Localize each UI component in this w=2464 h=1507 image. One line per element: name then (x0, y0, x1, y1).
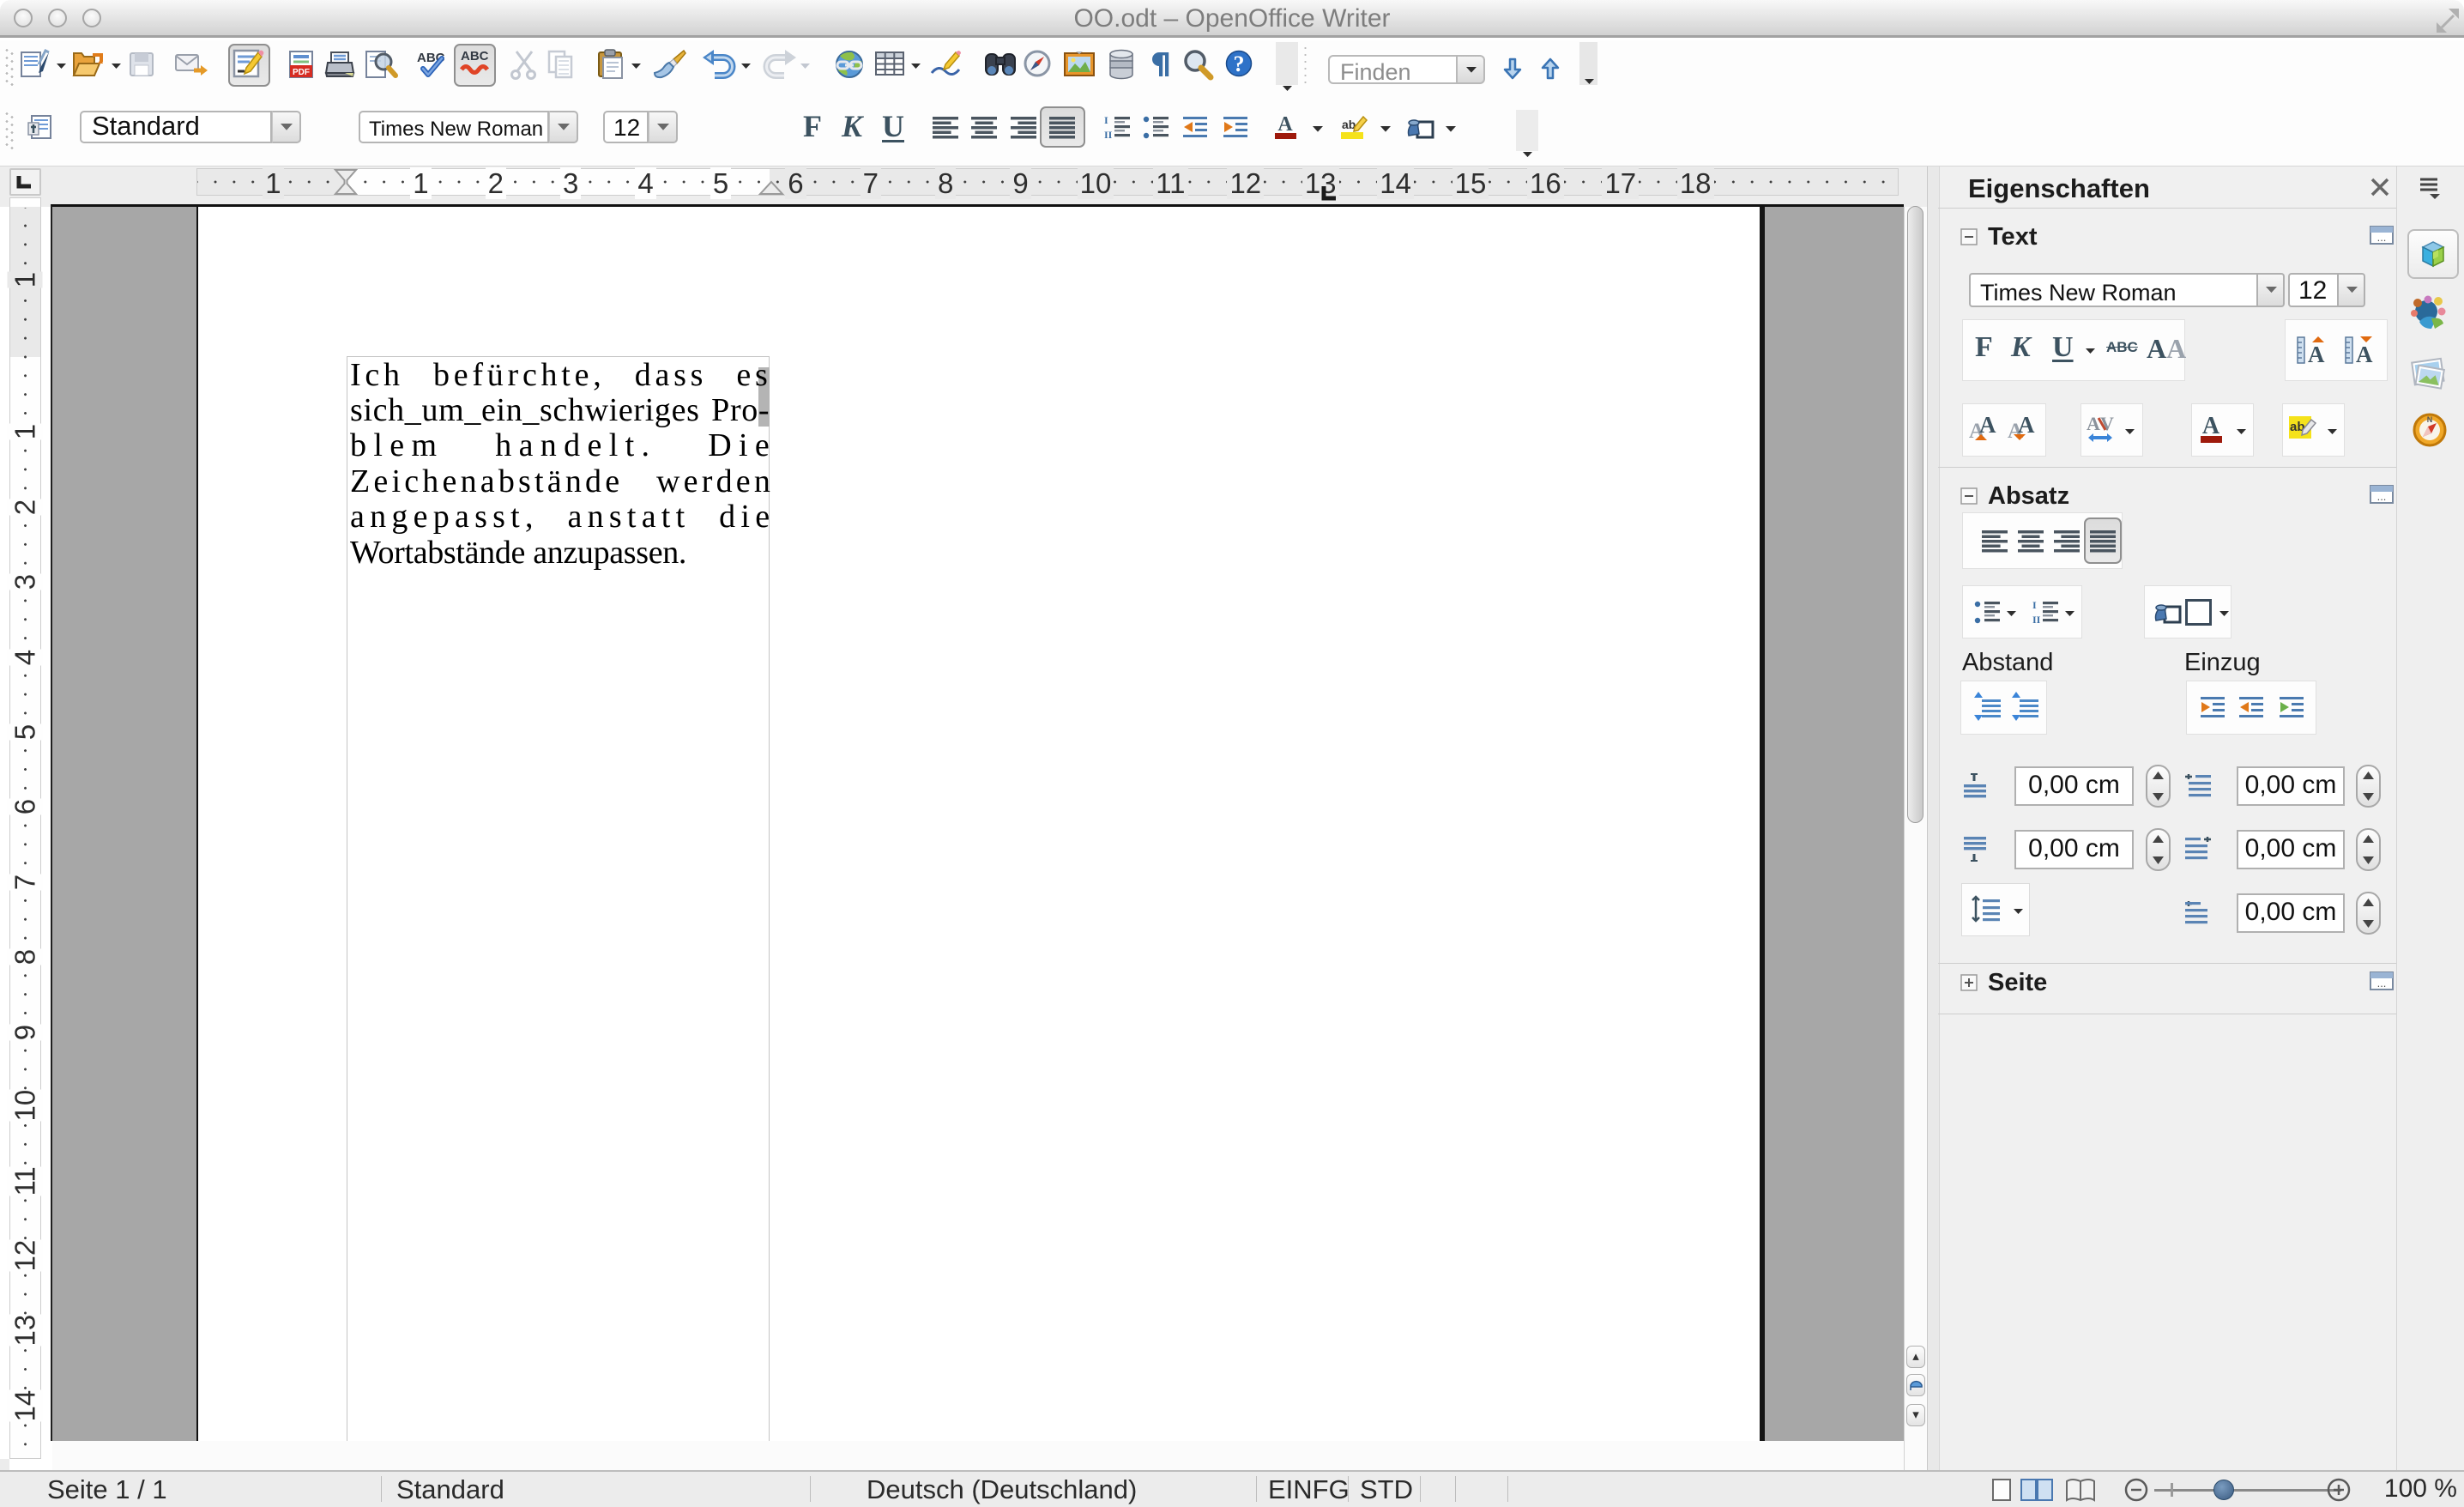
svg-text:I: I (1104, 114, 1108, 126)
svg-text:ABC: ABC (461, 49, 489, 64)
svg-text:A: A (1277, 113, 1293, 136)
svg-text:A: A (2202, 413, 2220, 439)
svg-text:...: ... (2377, 231, 2387, 244)
svg-text:II: II (1104, 129, 1113, 141)
svg-text:N: N (2427, 415, 2433, 424)
svg-text:A: A (2018, 412, 2035, 438)
svg-text:...: ... (2377, 490, 2387, 503)
svg-text:A: A (2356, 342, 2373, 367)
svg-text:?: ? (1234, 51, 1245, 76)
svg-text:...: ... (2377, 977, 2387, 990)
svg-text:A: A (2087, 413, 2100, 434)
svg-text:A: A (1979, 412, 1996, 438)
svg-text:II: II (2032, 614, 2041, 626)
svg-text:PDF: PDF (293, 68, 310, 77)
svg-text:A: A (2308, 342, 2325, 367)
svg-text:I: I (2032, 599, 2037, 611)
